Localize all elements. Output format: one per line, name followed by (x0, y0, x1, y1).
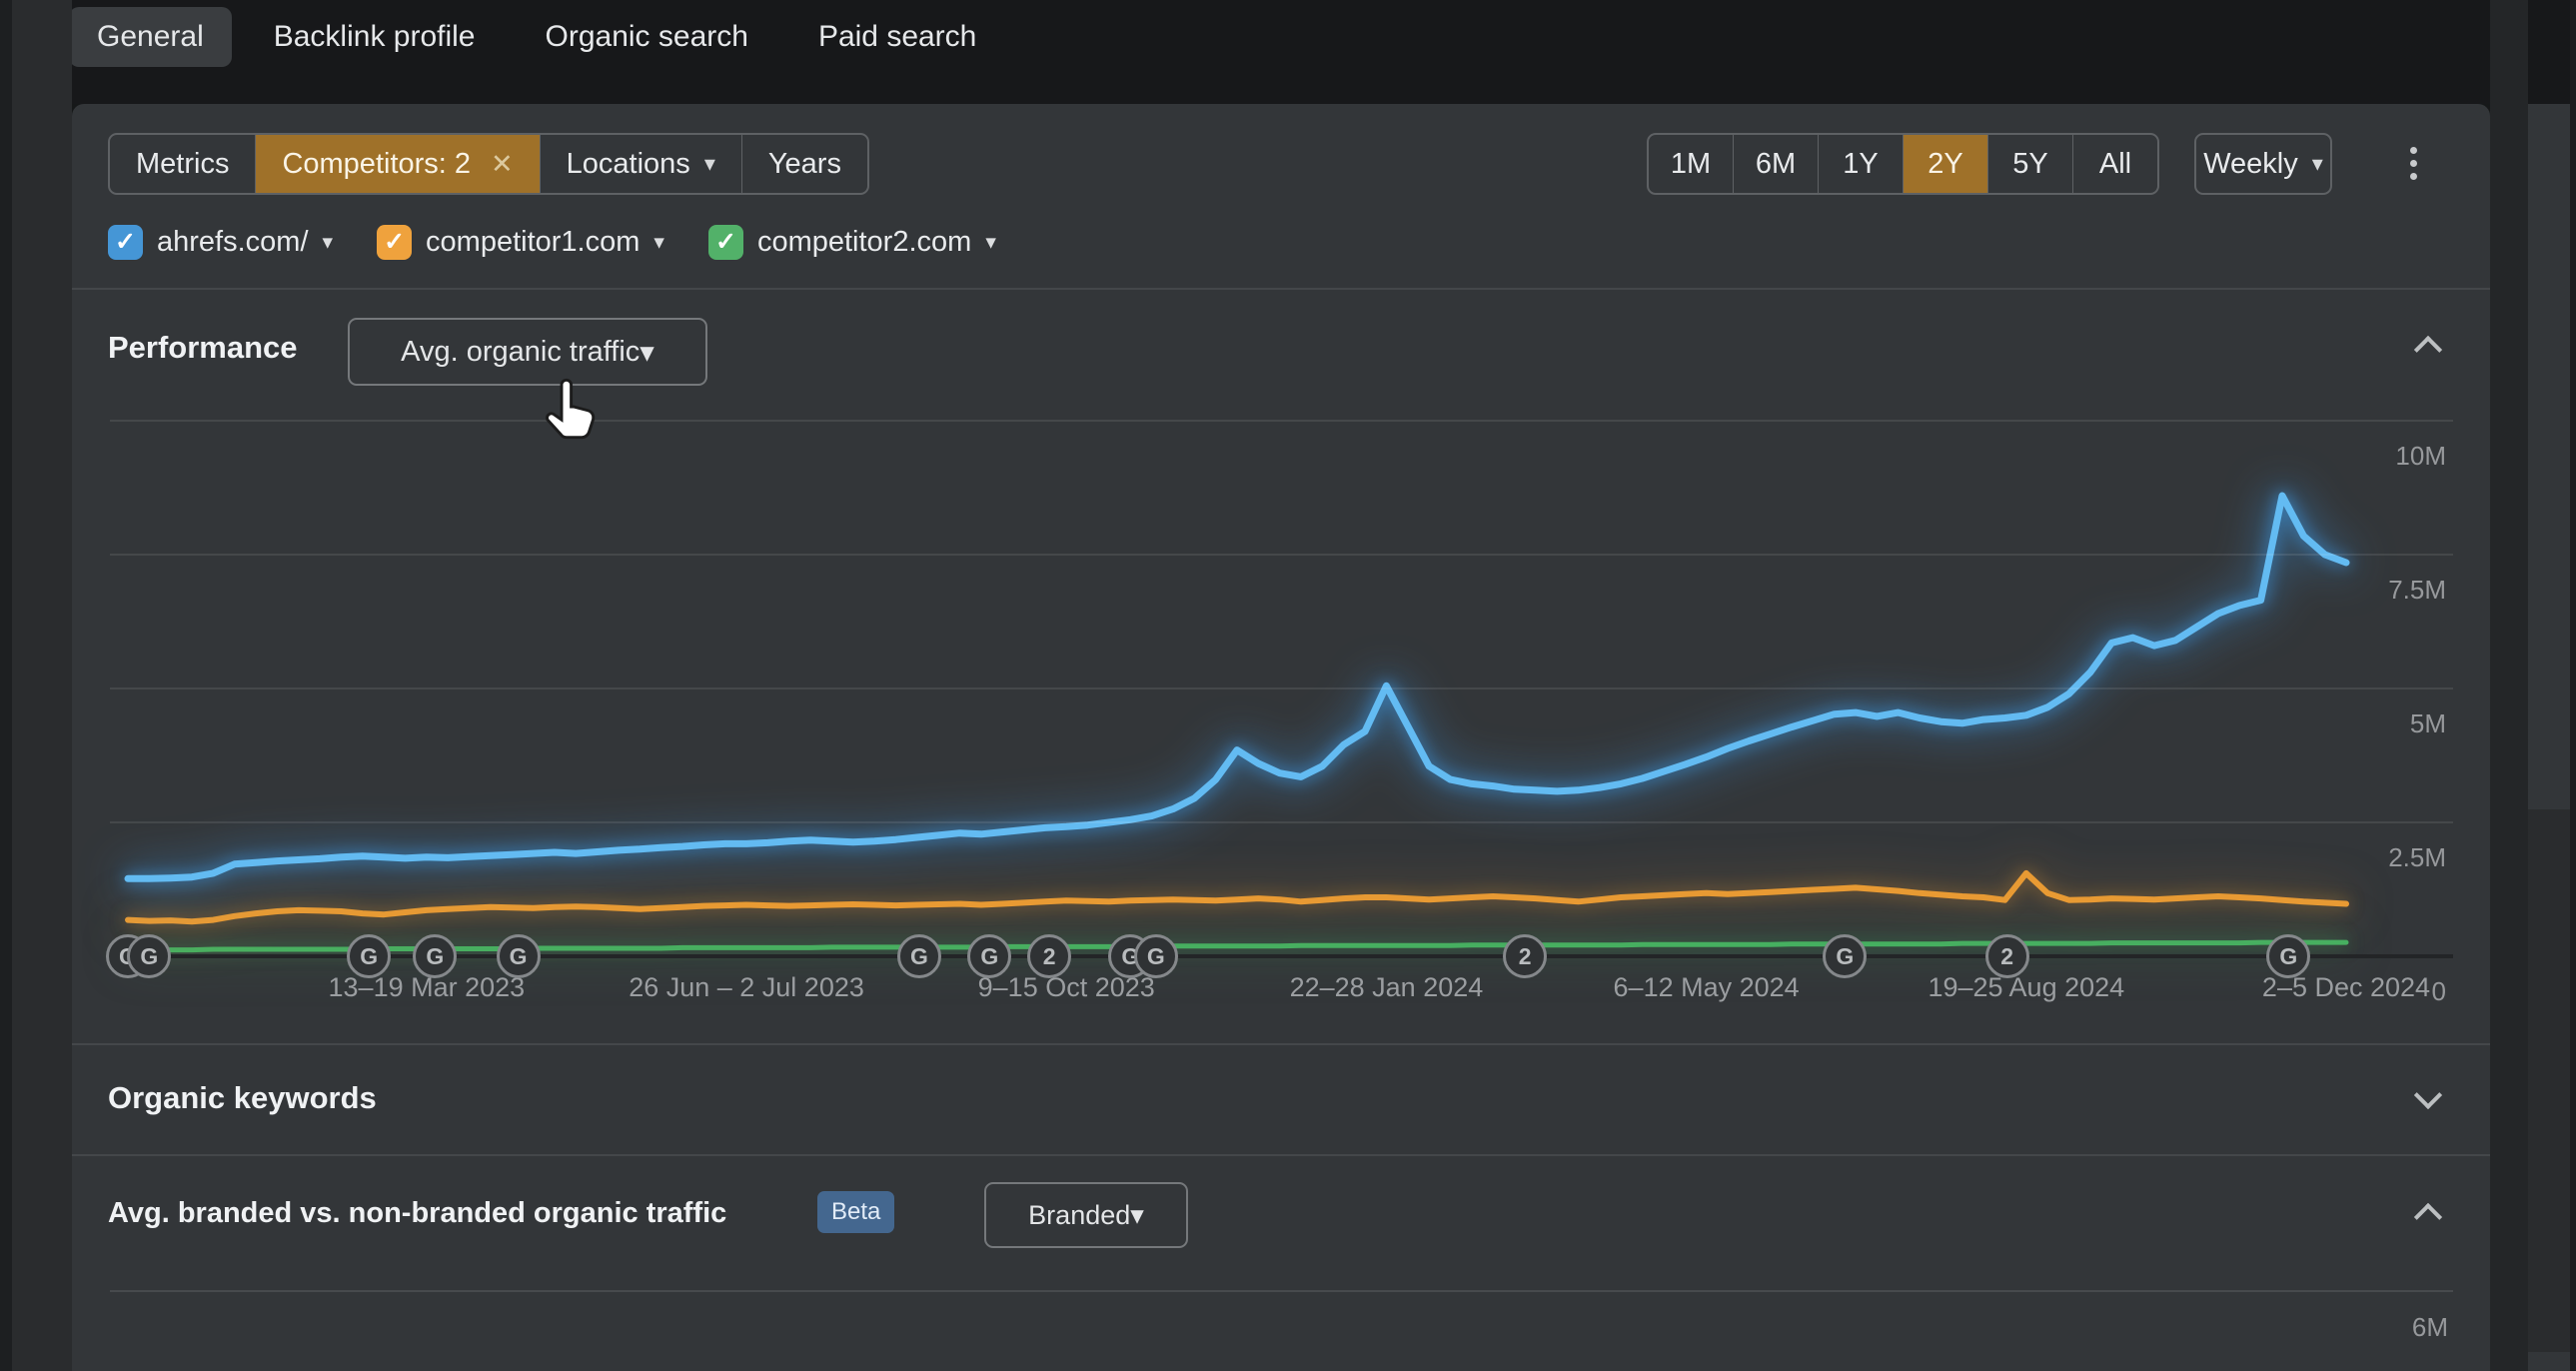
chevron-down-icon: ▾ (640, 335, 654, 370)
competitor-toggle-row: ✓ ahrefs.com/ ▾ ✓ competitor1.com ▾ ✓ competito… (108, 220, 996, 264)
range-1y[interactable]: 1Y (1818, 135, 1903, 193)
domain-label: ahrefs.com/ (157, 226, 309, 259)
chevron-down-icon: ▾ (1130, 1200, 1144, 1231)
chevron-down-icon: ▾ (2312, 151, 2323, 177)
branded-traffic-title: Avg. branded vs. non-branded organic tra… (108, 1197, 726, 1230)
left-gutter (12, 0, 72, 1371)
chart-gridline (110, 687, 2453, 689)
expand-organic-keywords-chevron-icon[interactable] (2418, 1087, 2440, 1109)
filter-locations[interactable]: Locations ▾ (540, 135, 741, 193)
chevron-down-icon: ▾ (704, 151, 715, 177)
interval-dropdown[interactable]: Weekly ▾ (2194, 133, 2332, 195)
chart-gridline (110, 420, 2453, 422)
filter-metrics[interactable]: Metrics (110, 135, 255, 193)
checkbox-competitor2-com[interactable]: ✓ (708, 225, 743, 260)
organic-keywords-title: Organic keywords (108, 1080, 377, 1116)
google-update-marker-icon[interactable]: G (347, 934, 391, 978)
branded-dropdown[interactable]: Branded ▾ (984, 1182, 1188, 1248)
more-options-button[interactable] (2400, 140, 2426, 186)
domain-label: competitor2.com (757, 226, 971, 259)
y-axis-label: 10M (2326, 441, 2446, 472)
google-update-marker-icon[interactable]: G (897, 934, 941, 978)
divider (72, 1043, 2490, 1045)
tab-organic-search[interactable]: Organic search (518, 7, 776, 67)
domain-label: competitor1.com (426, 226, 640, 259)
checkbox-ahrefs-com[interactable]: ✓ (108, 225, 143, 260)
competitor-competitor1-com: ✓ competitor1.com ▾ (377, 225, 664, 260)
range-5y[interactable]: 5Y (1987, 135, 2072, 193)
branded-chart-gridline (110, 1290, 2453, 1292)
competitor-ahrefs-com: ✓ ahrefs.com/ ▾ (108, 225, 333, 260)
filter-button-group: Metrics Competitors: 2 ✕ Locations ▾ Years (108, 133, 869, 195)
divider (72, 1154, 2490, 1156)
top-tab-bar: GeneralBacklink profileOrganic searchPai… (0, 0, 2576, 104)
date-range-group: 1M6M1Y2Y5YAll (1647, 133, 2159, 195)
chart-gridline (110, 554, 2453, 556)
tab-paid-search[interactable]: Paid search (790, 7, 1004, 67)
tab-backlink-profile[interactable]: Backlink profile (246, 7, 504, 67)
tab-list: GeneralBacklink profileOrganic searchPai… (69, 0, 1004, 70)
beta-badge: Beta (817, 1191, 894, 1233)
event-marker-2-icon[interactable]: 2 (1985, 934, 2029, 978)
range-6m[interactable]: 6M (1733, 135, 1818, 193)
y-axis-label: 7.5M (2326, 575, 2446, 606)
y-axis-label: 2.5M (2326, 842, 2446, 873)
x-axis-label: 26 Jun – 2 Jul 2023 (629, 972, 864, 1003)
chart-x-axis (110, 954, 2453, 958)
google-update-marker-icon[interactable]: G (1134, 934, 1178, 978)
range-all[interactable]: All (2072, 135, 2157, 193)
filter-label: Competitors: 2 (282, 148, 471, 181)
tab-general[interactable]: General (69, 7, 232, 67)
branded-axis-label: 6M (2328, 1312, 2448, 1343)
organic-traffic-chart: 10M7.5M5M2.5M013–19 Mar 202326 Jun – 2 J… (110, 421, 2453, 956)
x-axis-label: 19–25 Aug 2024 (1928, 972, 2124, 1003)
app-root: GeneralBacklink profileOrganic searchPai… (0, 0, 2576, 1371)
interval-label: Weekly (2203, 148, 2298, 181)
range-1m[interactable]: 1M (1649, 135, 1733, 193)
right-edge (2570, 0, 2576, 1371)
chevron-down-icon[interactable]: ▾ (653, 230, 664, 255)
event-marker-2-icon[interactable]: 2 (1027, 934, 1071, 978)
metric-dropdown[interactable]: Avg. organic traffic ▾ (348, 318, 707, 386)
left-edge (0, 0, 12, 1371)
series-line-competitor1-com (128, 873, 2346, 921)
event-marker-2-icon[interactable]: 2 (1503, 934, 1547, 978)
collapse-branded-chevron-icon[interactable] (2418, 1203, 2440, 1225)
filter-label: Locations (567, 148, 690, 181)
chevron-down-icon[interactable]: ▾ (985, 230, 996, 255)
filter-years[interactable]: Years (741, 135, 867, 193)
range-2y[interactable]: 2Y (1903, 135, 1987, 193)
adjacent-panel-dark-block (2528, 809, 2570, 1352)
chevron-down-icon[interactable]: ▾ (323, 230, 334, 255)
chart-gridline (110, 821, 2453, 823)
divider (72, 288, 2490, 290)
x-axis-label: 22–28 Jan 2024 (1290, 972, 1484, 1003)
collapse-performance-chevron-icon[interactable] (2418, 336, 2440, 358)
filter-competitors-2[interactable]: Competitors: 2 ✕ (255, 135, 539, 193)
performance-title: Performance (108, 330, 298, 366)
close-icon[interactable]: ✕ (491, 149, 514, 180)
filter-label: Metrics (136, 148, 229, 181)
competitor-competitor2-com: ✓ competitor2.com ▾ (708, 225, 996, 260)
y-axis-label: 5M (2326, 708, 2446, 739)
google-update-marker-icon[interactable]: G (497, 934, 541, 978)
x-axis-label: 6–12 May 2024 (1614, 972, 1800, 1003)
right-gutter (2490, 0, 2528, 1371)
metric-dropdown-label: Avg. organic traffic (401, 336, 640, 369)
filter-label: Years (768, 148, 841, 181)
checkbox-competitor1-com[interactable]: ✓ (377, 225, 412, 260)
branded-dropdown-label: Branded (1028, 1200, 1130, 1231)
